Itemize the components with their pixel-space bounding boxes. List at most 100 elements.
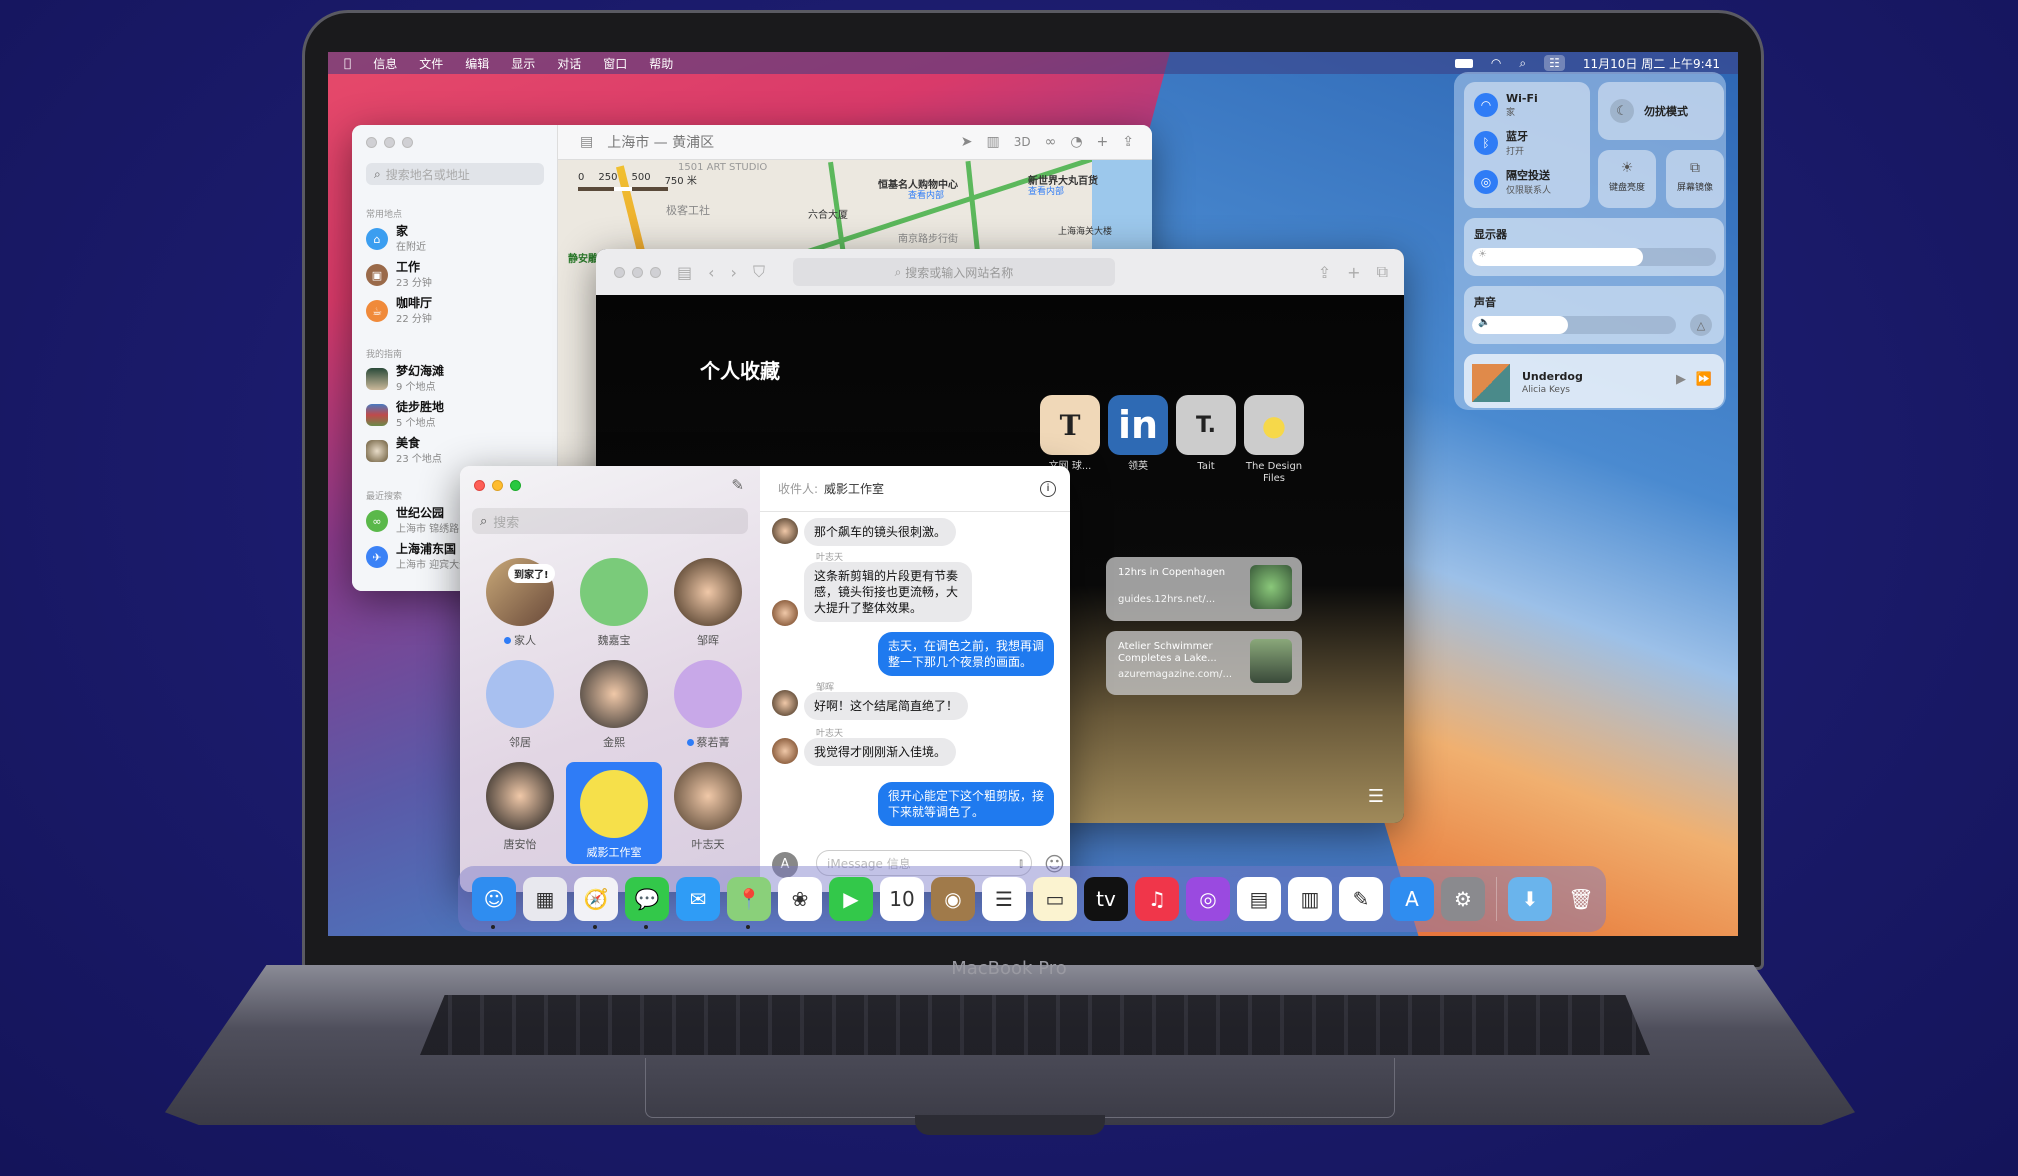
share-icon[interactable]: ⇪ (1122, 134, 1134, 150)
display-brightness-slider[interactable]: ☀ (1472, 248, 1716, 266)
pinned-conversation[interactable]: 唐安怡 (472, 762, 568, 852)
battery-icon[interactable] (1454, 58, 1473, 68)
wifi-icon[interactable]: ◠ (1491, 56, 1501, 70)
reading-list-card[interactable]: 12hrs in Copenhagen guides.12hrs.net/... (1106, 557, 1302, 621)
bluetooth-toggle[interactable]: ᛒ 蓝牙 打开 (1474, 128, 1580, 157)
downloads-folder[interactable]: ⬇ (1508, 877, 1552, 921)
menubar-clock[interactable]: 11月10日 周二 上午9:41 (1583, 55, 1720, 72)
3d-button[interactable]: 3D (1014, 135, 1031, 149)
privacy-shield-icon[interactable]: ⛉ (753, 262, 765, 282)
favorite-site[interactable]: in 领英 (1108, 395, 1168, 473)
messages-search-input[interactable]: ⌕ 搜索 (472, 508, 748, 534)
screen-mirroring-button[interactable]: ⧉ 屏幕镜像 (1666, 150, 1724, 208)
control-center-icon[interactable]: ☷ (1544, 55, 1565, 71)
dock-app[interactable]: 📍 (727, 877, 771, 929)
volume-slider[interactable]: 🔈 (1472, 316, 1676, 334)
zoom-button[interactable] (650, 266, 661, 278)
menu-window[interactable]: 窗口 (603, 55, 627, 72)
recent-item[interactable]: ∞ 世纪公园 上海市 锦绣路 (366, 507, 459, 535)
dock-app[interactable]: A (1390, 877, 1434, 921)
trash[interactable]: 🗑 (1559, 877, 1603, 921)
dock-app[interactable]: 10 (880, 877, 924, 921)
close-button[interactable] (474, 480, 485, 491)
current-location-icon[interactable]: ➤ (961, 134, 973, 150)
pinned-conversation[interactable]: 威影工作室 (566, 762, 662, 864)
compose-icon[interactable]: ✎ (731, 476, 744, 494)
guide-item[interactable]: 美食 23 个地点 (366, 437, 442, 465)
dock-app[interactable]: ⚙ (1441, 877, 1485, 921)
favorite-place[interactable]: ⌂ 家在附近 (366, 225, 426, 253)
favorite-site[interactable]: T. Tait (1176, 395, 1236, 473)
dock-app[interactable]: 💬 (625, 877, 669, 929)
dock-app[interactable]: ☺ (472, 877, 516, 929)
address-bar[interactable]: ⌕ 搜索或输入网站名称 (792, 258, 1115, 286)
favorite-site[interactable]: T 文网 球... (1040, 395, 1100, 473)
pinned-conversation[interactable]: 魏嘉宝 (566, 558, 662, 648)
apple-menu-icon[interactable]:  (344, 56, 351, 70)
dock-app[interactable]: ❀ (778, 877, 822, 921)
message-bubble[interactable]: 我觉得才刚刚渐入佳境。 (804, 738, 957, 766)
zoom-button[interactable] (402, 137, 413, 148)
favorite-site[interactable]: ● The Design Files (1244, 395, 1304, 485)
menu-messages[interactable]: 信息 (373, 55, 397, 72)
recent-item[interactable]: ✈ 上海浦东国 上海市 迎宾大道 (366, 543, 469, 571)
dock-app[interactable]: 🧭 (574, 877, 618, 929)
new-tab-icon[interactable]: + (1347, 263, 1360, 282)
maps-search-input[interactable]: ⌕ 搜索地名或地址 (366, 163, 544, 185)
pinned-conversation[interactable]: 邹晖 (660, 558, 756, 648)
play-icon[interactable]: ▶ (1676, 372, 1686, 387)
sidebar-toggle-icon[interactable]: ▤ (580, 134, 593, 150)
menu-file[interactable]: 文件 (419, 55, 443, 72)
forward-icon[interactable]: › (731, 263, 737, 282)
map-mode-icon[interactable]: ▥ (987, 134, 1000, 150)
tracking-icon[interactable]: ◔ (1070, 134, 1082, 150)
zoom-button[interactable] (510, 480, 521, 491)
back-icon[interactable]: ‹ (708, 263, 714, 282)
wifi-toggle[interactable]: ◠ Wi-Fi 家 (1474, 92, 1580, 118)
info-icon[interactable]: i (1040, 480, 1056, 497)
favorite-place[interactable]: ☕ 咖啡厅 22 分钟 (366, 297, 432, 325)
add-icon[interactable]: + (1097, 134, 1109, 150)
favorite-place[interactable]: ▣ 工作 23 分钟 (366, 261, 432, 289)
message-bubble[interactable]: 很开心能定下这个粗剪版，接下来就等调色了。 (878, 782, 1054, 826)
menu-help[interactable]: 帮助 (649, 55, 673, 72)
close-button[interactable] (366, 137, 377, 148)
skip-forward-icon[interactable]: ⏩ (1696, 372, 1712, 387)
dock-app[interactable]: ▥ (1288, 877, 1332, 921)
message-bubble[interactable]: 那个飙车的镜头很刺激。 (804, 518, 957, 546)
sidebar-toggle-icon[interactable]: ▤ (677, 263, 692, 282)
menu-view[interactable]: 显示 (511, 55, 535, 72)
pinned-conversation[interactable]: 叶志天 (660, 762, 756, 852)
minimize-button[interactable] (492, 480, 503, 491)
message-bubble[interactable]: 志天，在调色之前，我想再调整一下那几个夜景的画面。 (878, 632, 1054, 676)
guide-item[interactable]: 徒步胜地 5 个地点 (366, 401, 444, 429)
dock-app[interactable]: ▦ (523, 877, 567, 921)
dock-app[interactable]: ◉ (931, 877, 975, 921)
menu-conversations[interactable]: 对话 (557, 55, 581, 72)
dock-app[interactable]: ▭ (1033, 877, 1077, 921)
tab-overview-icon[interactable]: ⧉ (1377, 262, 1388, 282)
dock-app[interactable]: ♫ (1135, 877, 1179, 921)
dock-app[interactable]: ◎ (1186, 877, 1230, 921)
share-icon[interactable]: ⇪ (1318, 263, 1331, 282)
dock-app[interactable]: ▶ (829, 877, 873, 921)
dnd-toggle[interactable]: ☾ 勿扰模式 (1598, 82, 1724, 140)
pinned-conversation[interactable]: 邻居 (472, 660, 568, 750)
minimize-button[interactable] (632, 266, 643, 278)
airdrop-toggle[interactable]: ◎ 隔空投送 仅限联系人 (1474, 167, 1580, 196)
keyboard-brightness-button[interactable]: ☀ 键盘亮度 (1598, 150, 1656, 208)
customize-start-page-icon[interactable]: ☰ (1368, 786, 1384, 807)
dock-app[interactable]: ▤ (1237, 877, 1281, 921)
pinned-conversation[interactable]: 金熙 (566, 660, 662, 750)
dock-app[interactable]: tv (1084, 877, 1128, 921)
close-button[interactable] (614, 266, 625, 278)
pinned-conversation[interactable]: 家人 到家了! (472, 558, 568, 648)
search-icon[interactable]: ⌕ (1519, 56, 1526, 71)
pinned-conversation[interactable]: 蔡若菁 (660, 660, 756, 750)
airplay-audio-icon[interactable]: △ (1690, 314, 1712, 336)
message-bubble[interactable]: 这条新剪辑的片段更有节奏感，镜头衔接也更流畅，大大提升了整体效果。 (804, 562, 972, 622)
dock-app[interactable]: ✎ (1339, 877, 1383, 921)
menu-edit[interactable]: 编辑 (465, 55, 489, 72)
guide-item[interactable]: 梦幻海滩 9 个地点 (366, 365, 444, 393)
dock-app[interactable]: ☰ (982, 877, 1026, 921)
